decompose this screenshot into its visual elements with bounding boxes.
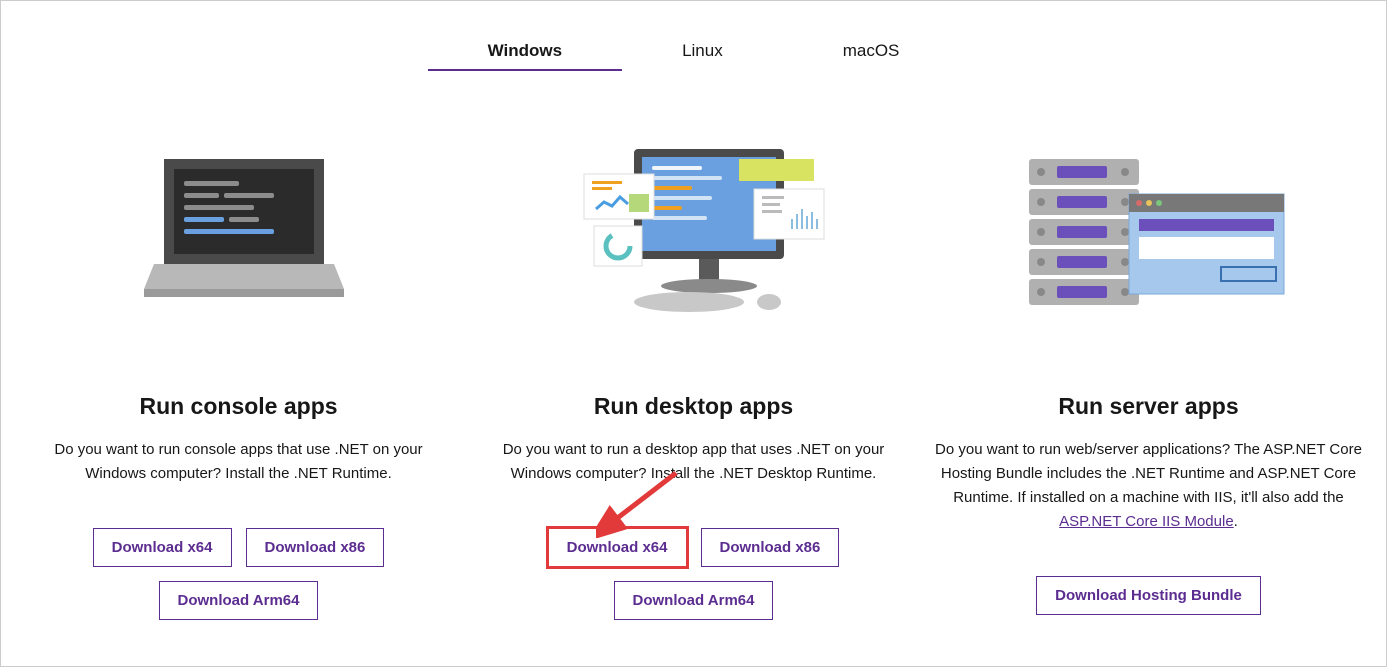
heading-console: Run console apps (139, 393, 337, 420)
download-console-x64[interactable]: Download x64 (93, 528, 232, 567)
link-iis-module[interactable]: ASP.NET Core IIS Module (1059, 513, 1234, 530)
desc-desktop: Do you want to run a desktop app that us… (476, 438, 911, 486)
tab-macos[interactable]: macOS (783, 33, 960, 71)
buttons-desktop: Download x64 Download x86 Download Arm64 (476, 528, 911, 620)
desc-server: Do you want to run web/server applicatio… (931, 438, 1366, 534)
tab-linux[interactable]: Linux (622, 33, 783, 71)
desktop-monitor-icon (544, 119, 844, 339)
download-cards: Run console apps Do you want to run cons… (13, 119, 1374, 620)
os-tabs: Windows Linux macOS (13, 33, 1374, 71)
buttons-console: Download x64 Download x86 Download Arm64 (21, 528, 456, 620)
laptop-icon (129, 119, 349, 339)
heading-server: Run server apps (1058, 393, 1238, 420)
download-desktop-arm64[interactable]: Download Arm64 (614, 581, 774, 620)
buttons-server: Download Hosting Bundle (1036, 576, 1261, 615)
download-console-x86[interactable]: Download x86 (246, 528, 385, 567)
desc-server-post: . (1234, 513, 1238, 530)
card-server: Run server apps Do you want to run web/s… (931, 119, 1366, 620)
heading-desktop: Run desktop apps (594, 393, 793, 420)
download-desktop-x64[interactable]: Download x64 (548, 528, 687, 567)
download-console-arm64[interactable]: Download Arm64 (159, 581, 319, 620)
server-rack-icon (999, 119, 1299, 339)
download-desktop-x86[interactable]: Download x86 (701, 528, 840, 567)
card-console: Run console apps Do you want to run cons… (21, 119, 456, 620)
card-desktop: Run desktop apps Do you want to run a de… (476, 119, 911, 620)
desc-server-pre: Do you want to run web/server applicatio… (935, 441, 1362, 506)
download-hosting-bundle[interactable]: Download Hosting Bundle (1036, 576, 1261, 615)
desc-console: Do you want to run console apps that use… (21, 438, 456, 486)
tab-windows[interactable]: Windows (428, 33, 622, 71)
